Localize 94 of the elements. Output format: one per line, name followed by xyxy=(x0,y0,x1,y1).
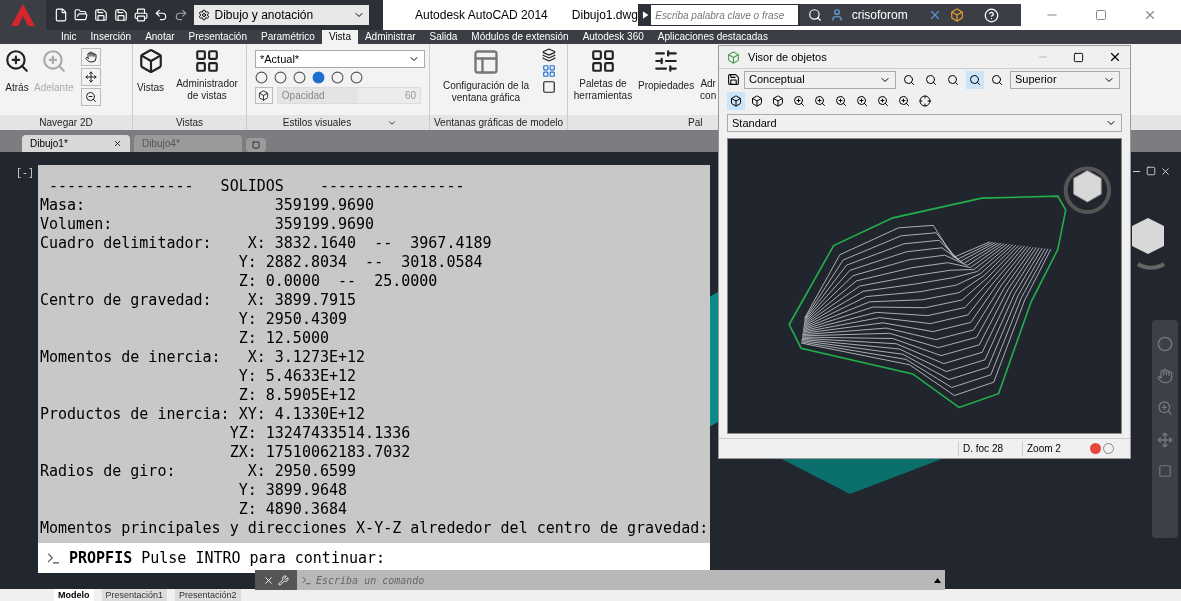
ball-icon[interactable] xyxy=(312,71,325,84)
wrench-icon[interactable] xyxy=(278,574,289,586)
ribbon-tab[interactable]: Administrar xyxy=(357,30,423,44)
panel-title: Ventanas gráficas de modelo xyxy=(430,115,567,130)
search-field[interactable]: Escriba palabra clave o frase xyxy=(637,4,800,26)
ribbon-tab[interactable]: Paramétrico xyxy=(254,30,322,44)
prompt-icon xyxy=(301,574,312,586)
maximize-icon[interactable] xyxy=(1073,51,1084,63)
viewport-config-button[interactable]: Configuración de la ventana gráfica xyxy=(434,48,538,104)
view-dropdown[interactable]: Superior xyxy=(1010,70,1120,89)
back-zoom-icon xyxy=(4,48,30,74)
output-line: Z: 8.5905E+12 xyxy=(237,386,357,405)
prompt-text: PROPFIS Pulse INTRO para continuar: xyxy=(69,547,386,569)
ribbon-tab[interactable]: Módulos de extensión xyxy=(464,30,576,44)
output-line: Momentos de inercia: X: 3.1273E+12 xyxy=(40,348,366,367)
output-line: Volumen: 359199.9690 xyxy=(40,215,375,234)
command-field[interactable]: Escriba un comando xyxy=(297,570,945,590)
close-icon[interactable] xyxy=(263,574,274,586)
status-field: D. foc 28 xyxy=(958,441,1022,456)
help-icon[interactable] xyxy=(983,7,999,23)
caret-up-icon[interactable] xyxy=(934,577,941,583)
layout-tab[interactable]: Presentación1 xyxy=(101,589,168,601)
user-icon xyxy=(829,8,844,22)
opacity-value: 60 xyxy=(404,89,417,103)
command-icon xyxy=(46,550,61,566)
viewer-icon xyxy=(727,50,740,64)
output-line: Momentos principales y direcciones X-Y-Z alrededor del centro de gravedad: xyxy=(40,519,709,538)
output-line: Z: 12.5000 xyxy=(237,329,329,348)
redo-icon[interactable] xyxy=(174,8,189,22)
forward-zoom-icon xyxy=(40,48,67,74)
status-field: Zoom 2 xyxy=(1022,441,1086,456)
document-tab[interactable]: Dibujo1* xyxy=(22,135,130,152)
pan-icon[interactable] xyxy=(81,48,102,66)
new-file-icon[interactable] xyxy=(54,8,69,22)
folder-icon[interactable] xyxy=(74,8,89,22)
record-icon[interactable] xyxy=(1090,443,1101,454)
view-manager-button[interactable]: Administrador de vistas xyxy=(172,48,242,102)
output-line: ---------------- SOLIDOS ---------------- xyxy=(48,177,465,196)
output-line: Radios de giro: X: 2950.6599 xyxy=(40,462,357,481)
output-line: Z: 0.0000 -- 25.0000 xyxy=(237,272,438,291)
panel-title: Estilos visuales xyxy=(281,116,353,130)
output-line: ZX: 17510062183.7032 xyxy=(228,443,411,462)
output-line: Y: 5.4633E+12 xyxy=(237,367,357,386)
layout-tab[interactable]: Modelo xyxy=(54,589,94,601)
panel-title: Navegar 2D xyxy=(0,115,132,130)
output-line: Z: 4890.3684 xyxy=(237,500,348,519)
output-line: Masa: 359199.9690 xyxy=(40,196,375,215)
output-line: Productos de inercia: XY: 4.1330E+12 xyxy=(40,405,366,424)
sheet-button[interactable]: Adr con xyxy=(698,48,719,102)
grid-icon xyxy=(194,48,221,74)
output-line: Y: 3899.9648 xyxy=(237,481,348,500)
close-icon[interactable] xyxy=(113,139,122,148)
crosshair-icon[interactable] xyxy=(916,92,934,110)
ucs-dropdown[interactable]: Standard xyxy=(727,114,1122,132)
close-icon[interactable] xyxy=(1160,166,1171,177)
sliders-icon xyxy=(653,48,680,74)
visual-style-dropdown[interactable]: *Actual* xyxy=(255,50,425,68)
panel-title: Vistas xyxy=(133,115,246,130)
ribbon-tab[interactable]: Inserción xyxy=(83,30,139,44)
output-line: Centro de gravedad: X: 3899.7915 xyxy=(40,291,357,310)
back-button[interactable]: Atrás xyxy=(4,48,30,95)
close-icon[interactable] xyxy=(1108,50,1122,64)
ribbon-tab[interactable]: Presentación xyxy=(181,30,254,44)
app-menu-button[interactable] xyxy=(0,0,47,30)
workspace-dropdown[interactable]: Dibujo y anotación xyxy=(194,5,370,25)
properties-button[interactable]: Propiedades xyxy=(638,48,695,93)
output-line: Cuadro delimitador: X: 3832.1640 -- 3967.4189 xyxy=(40,234,492,253)
output-line: Y: 2950.4309 xyxy=(237,310,348,329)
tool-palettes-button[interactable]: Paletas de herramientas xyxy=(572,48,634,102)
zoom-icon[interactable] xyxy=(81,88,102,106)
save-icon[interactable] xyxy=(727,73,740,86)
restore-icon[interactable] xyxy=(1146,166,1156,176)
ribbon-tab[interactable]: Autodesk 360 xyxy=(575,30,651,44)
print-icon[interactable] xyxy=(134,8,149,22)
ribbon-tab[interactable]: Vista xyxy=(321,30,358,44)
ribbon-tab[interactable]: Inic xyxy=(54,30,84,44)
ribbon-tab[interactable]: Salida xyxy=(422,30,465,44)
save-as-icon[interactable] xyxy=(114,8,129,22)
undo-icon[interactable] xyxy=(154,8,169,22)
window-title: Visor de objetos xyxy=(748,49,828,65)
layout-tab[interactable]: Presentación2 xyxy=(175,589,241,601)
app-title: Autodesk AutoCAD 2014 xyxy=(415,7,548,24)
visual-style-dropdown[interactable]: Conceptual xyxy=(744,70,896,89)
settings-icon xyxy=(198,9,211,21)
logo-icon xyxy=(10,3,37,27)
play-icon xyxy=(641,11,650,19)
grid-icon xyxy=(590,48,616,74)
output-line: YZ: 13247433514.1336 xyxy=(228,424,411,443)
views-button[interactable]: Vistas xyxy=(137,48,165,95)
ribbon-tab[interactable]: Aplicaciones destacadas xyxy=(650,30,775,44)
ribbon-tab[interactable]: Anotar xyxy=(138,30,182,44)
viewport-control[interactable]: [-] xyxy=(16,166,34,181)
file-name: Dibujo1.dwg xyxy=(571,7,638,24)
output-line: Y: 2882.8034 -- 3018.0584 xyxy=(237,253,483,272)
